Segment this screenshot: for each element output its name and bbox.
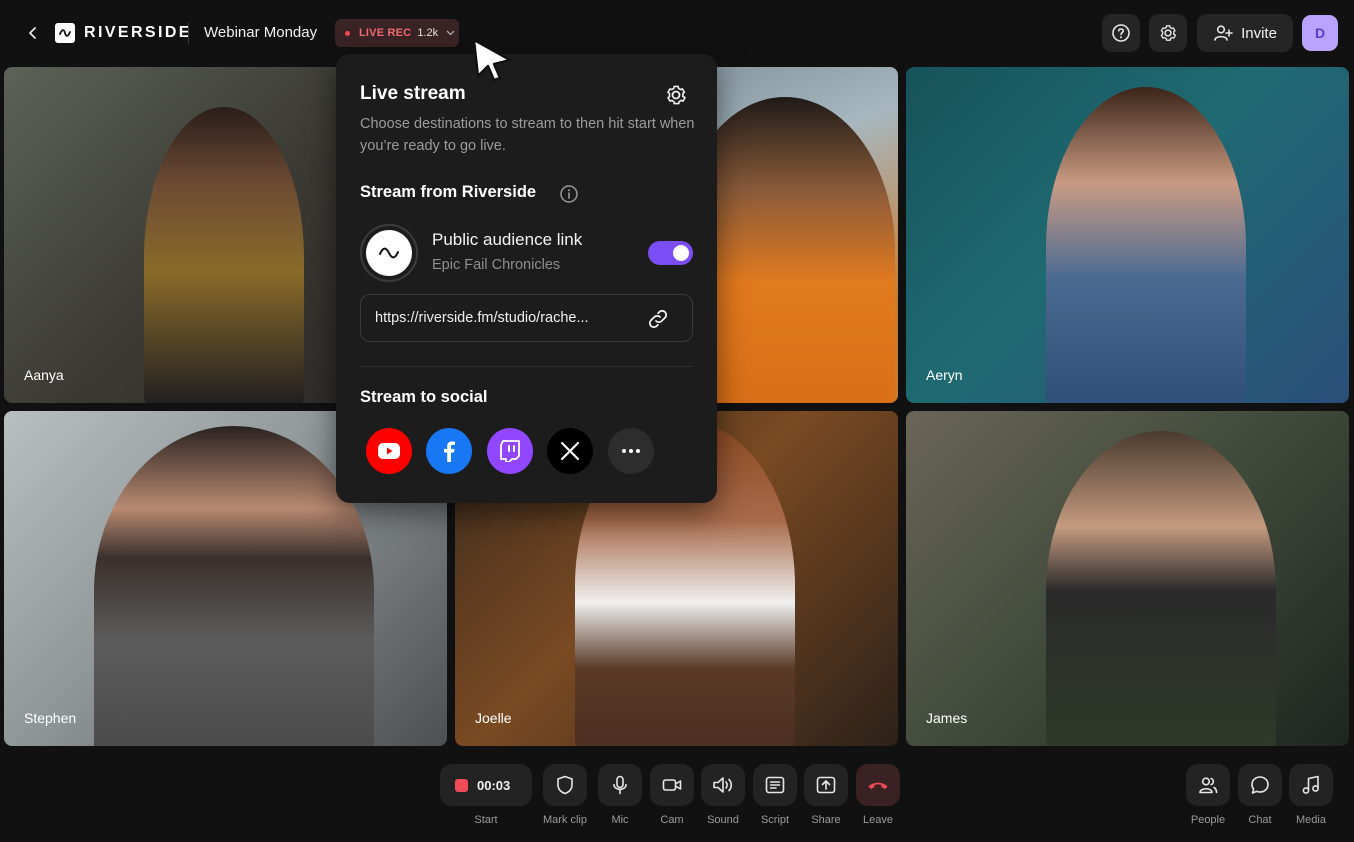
gear-icon bbox=[1160, 25, 1177, 41]
copy-link-icon[interactable] bbox=[646, 307, 670, 331]
youtube-icon[interactable] bbox=[366, 428, 412, 474]
panel-title: Live stream bbox=[360, 83, 466, 104]
hang-up-phone-icon bbox=[868, 782, 888, 789]
twitch-icon[interactable] bbox=[487, 428, 533, 474]
riverside-audience-icon bbox=[360, 224, 418, 282]
camera-icon bbox=[662, 779, 682, 791]
people-icon bbox=[1199, 777, 1218, 794]
sound-button[interactable] bbox=[701, 764, 745, 806]
chevron-down-icon bbox=[446, 28, 455, 39]
header-divider bbox=[188, 22, 189, 44]
public-url-field[interactable]: https://riverside.fm/studio/rache... bbox=[360, 294, 693, 342]
session-title: Webinar Monday bbox=[204, 24, 318, 41]
panel-divider bbox=[360, 366, 693, 367]
start-label: Start bbox=[474, 814, 498, 826]
participant-video bbox=[144, 107, 304, 403]
live-stream-panel: Live stream Choose destinations to strea… bbox=[336, 54, 717, 503]
more-icon[interactable] bbox=[608, 428, 654, 474]
participant-name: James bbox=[926, 710, 968, 726]
mic-button[interactable] bbox=[598, 764, 642, 806]
live-dot-icon bbox=[345, 30, 350, 36]
stream-settings-gear-icon[interactable] bbox=[664, 83, 688, 107]
media-button[interactable] bbox=[1289, 764, 1333, 806]
leave-button[interactable] bbox=[856, 764, 900, 806]
live-rec-label: LIVE REC bbox=[359, 27, 412, 39]
toggle-knob bbox=[673, 245, 689, 261]
cam-button[interactable] bbox=[650, 764, 694, 806]
public-url-text: https://riverside.fm/studio/rache... bbox=[375, 310, 589, 326]
video-tile-aeryn[interactable]: Aeryn bbox=[906, 67, 1349, 403]
participant-name: Stephen bbox=[24, 710, 77, 726]
riverside-logo: RIVERSIDE bbox=[55, 23, 192, 43]
brand-name: RIVERSIDE bbox=[84, 24, 192, 41]
add-user-icon bbox=[1214, 25, 1233, 41]
participant-name: Aeryn bbox=[926, 367, 963, 383]
media-label: Media bbox=[1296, 814, 1326, 826]
chat-button[interactable] bbox=[1238, 764, 1282, 806]
share-button[interactable] bbox=[804, 764, 848, 806]
recording-timer: 00:03 bbox=[477, 777, 511, 793]
mouse-cursor-icon bbox=[470, 38, 514, 82]
record-icon bbox=[455, 778, 468, 792]
panel-description: Choose destinations to stream to then hi… bbox=[360, 116, 695, 154]
script-button[interactable] bbox=[753, 764, 797, 806]
chat-bubble-icon bbox=[1251, 776, 1269, 794]
x-icon[interactable] bbox=[547, 428, 593, 474]
info-icon[interactable] bbox=[559, 184, 579, 204]
public-link-title: Public audience link bbox=[432, 230, 583, 249]
people-button[interactable] bbox=[1186, 764, 1230, 806]
public-link-toggle[interactable] bbox=[648, 241, 693, 265]
mark-clip-button[interactable] bbox=[543, 764, 587, 806]
help-button[interactable] bbox=[1102, 14, 1140, 52]
participant-name: Joelle bbox=[475, 710, 512, 726]
script-icon bbox=[765, 776, 785, 794]
facebook-icon[interactable] bbox=[426, 428, 472, 474]
user-avatar[interactable]: D bbox=[1302, 15, 1338, 51]
back-arrow-icon[interactable] bbox=[22, 22, 44, 44]
riverside-logo-icon bbox=[55, 23, 75, 43]
invite-button[interactable]: Invite bbox=[1197, 14, 1293, 52]
stream-from-heading: Stream from Riverside bbox=[360, 183, 537, 201]
participant-video bbox=[94, 426, 374, 746]
speaker-icon bbox=[713, 777, 733, 793]
stream-to-social-heading: Stream to social bbox=[360, 388, 488, 406]
video-tile-james[interactable]: James bbox=[906, 411, 1349, 746]
shield-icon bbox=[557, 775, 573, 795]
help-icon bbox=[1112, 24, 1130, 42]
invite-label: Invite bbox=[1241, 24, 1277, 42]
music-note-icon bbox=[1302, 775, 1319, 794]
participant-video bbox=[1046, 87, 1246, 403]
participant-name: Aanya bbox=[24, 367, 64, 383]
start-recording-button[interactable]: 00:03 bbox=[440, 764, 532, 806]
leave-label: Leave bbox=[863, 814, 893, 826]
public-link-subtitle: Epic Fail Chronicles bbox=[432, 257, 561, 273]
microphone-icon bbox=[613, 775, 627, 795]
settings-button[interactable] bbox=[1149, 14, 1187, 52]
viewer-count: 1.2k bbox=[417, 27, 439, 39]
share-screen-icon bbox=[816, 776, 836, 794]
participant-video bbox=[1046, 431, 1276, 746]
live-rec-badge[interactable]: LIVE REC 1.2k bbox=[335, 19, 459, 47]
